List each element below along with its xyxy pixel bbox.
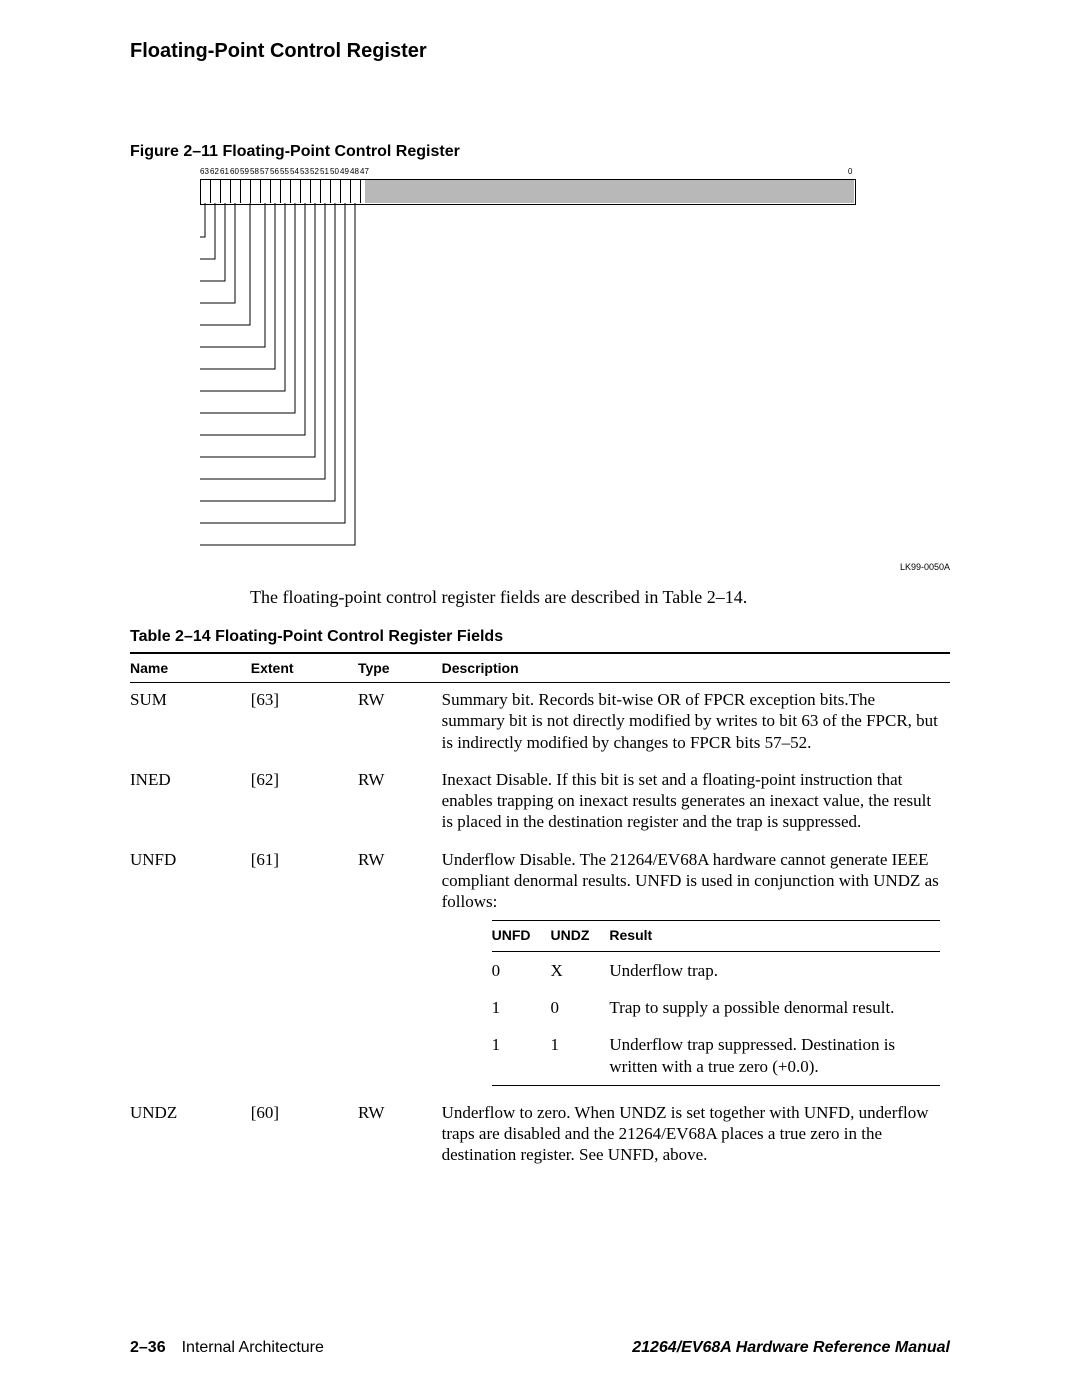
figure-id: LK99-0050A <box>900 562 950 572</box>
cell-extent: [63] <box>251 683 358 763</box>
inner-col: UNFD <box>492 921 551 952</box>
bit-num: 55 <box>280 167 289 176</box>
inner-row: 1 0 Trap to supply a possible denormal r… <box>492 989 940 1026</box>
running-head: Floating-Point Control Register <box>130 40 950 63</box>
cell-extent: [62] <box>251 763 358 843</box>
bit-num: 62 <box>210 167 219 176</box>
footer-page-no: 2–36 <box>130 1339 166 1356</box>
inner-col: UNDZ <box>551 921 610 952</box>
bit-num: 56 <box>270 167 279 176</box>
col-name: Name <box>130 653 251 683</box>
table-row: INED [62] RW Inexact Disable. If this bi… <box>130 763 950 843</box>
bit-num: 58 <box>250 167 259 176</box>
inner-cell: X <box>551 951 610 989</box>
inner-cell: 1 <box>492 989 551 1026</box>
footer-section: Internal Architecture <box>182 1339 324 1356</box>
inner-cell: Underflow trap. <box>609 951 940 989</box>
cell-desc-text: Underflow Disable. The 21264/EV68A hardw… <box>442 850 939 912</box>
table-row: UNFD [61] RW Underflow Disable. The 2126… <box>130 843 950 1096</box>
inner-cell: 0 <box>492 951 551 989</box>
bit-num: 59 <box>240 167 249 176</box>
bit-num: 53 <box>300 167 309 176</box>
footer-left: 2–36 Internal Architecture <box>130 1339 324 1357</box>
bit-num: 60 <box>230 167 239 176</box>
cell-name: UNDZ <box>130 1096 251 1176</box>
cell-extent: [60] <box>251 1096 358 1176</box>
inner-cell: Underflow trap suppressed. Destination i… <box>609 1026 940 1085</box>
bit-num: 57 <box>260 167 269 176</box>
col-type: Type <box>358 653 442 683</box>
col-extent: Extent <box>251 653 358 683</box>
cell-name: UNFD <box>130 843 251 1096</box>
bit-num: 54 <box>290 167 299 176</box>
footer-manual: 21264/EV68A Hardware Reference Manual <box>632 1339 950 1357</box>
cell-desc: Inexact Disable. If this bit is set and … <box>442 763 950 843</box>
cell-desc: Underflow to zero. When UNDZ is set toge… <box>442 1096 950 1176</box>
table-row: UNDZ [60] RW Underflow to zero. When UND… <box>130 1096 950 1176</box>
cell-name: INED <box>130 763 251 843</box>
cell-type: RW <box>358 683 442 763</box>
bit-num: 47 <box>360 167 369 176</box>
figure-diagram: 63 62 61 60 59 58 57 56 55 54 53 52 51 5… <box>200 167 950 567</box>
fields-table: Name Extent Type Description SUM [63] RW… <box>130 652 950 1176</box>
inner-table: UNFD UNDZ Result 0 X Underflow trap. <box>492 920 940 1086</box>
inner-row: 0 X Underflow trap. <box>492 951 940 989</box>
cell-desc: Summary bit. Records bit-wise OR of FPCR… <box>442 683 950 763</box>
cell-type: RW <box>358 843 442 1096</box>
cell-desc: Underflow Disable. The 21264/EV68A hardw… <box>442 843 950 1096</box>
bit-num: 48 <box>350 167 359 176</box>
page-footer: 2–36 Internal Architecture 21264/EV68A H… <box>130 1339 950 1357</box>
col-desc: Description <box>442 653 950 683</box>
bit-num: 52 <box>310 167 319 176</box>
cell-type: RW <box>358 1096 442 1176</box>
cell-extent: [61] <box>251 843 358 1096</box>
bit-row: 63 62 61 60 59 58 57 56 55 54 53 52 51 5… <box>200 167 950 203</box>
cell-name: SUM <box>130 683 251 763</box>
bit-num: 61 <box>220 167 229 176</box>
inner-cell: Trap to supply a possible denormal resul… <box>609 989 940 1026</box>
table-caption: Table 2–14 Floating-Point Control Regist… <box>130 628 950 646</box>
inner-cell: 0 <box>551 989 610 1026</box>
inner-cell: 1 <box>551 1026 610 1085</box>
inner-cell: 1 <box>492 1026 551 1085</box>
inner-col: Result <box>609 921 940 952</box>
bit-num: 49 <box>340 167 349 176</box>
inner-row: 1 1 Underflow trap suppressed. Destinati… <box>492 1026 940 1085</box>
cell-type: RW <box>358 763 442 843</box>
bit-num: 51 <box>320 167 329 176</box>
figure-caption: Figure 2–11 Floating-Point Control Regis… <box>130 143 950 161</box>
bit-num: 0 <box>848 167 852 176</box>
bit-num: 63 <box>200 167 209 176</box>
table-row: SUM [63] RW Summary bit. Records bit-wis… <box>130 683 950 763</box>
bit-num: 50 <box>330 167 339 176</box>
